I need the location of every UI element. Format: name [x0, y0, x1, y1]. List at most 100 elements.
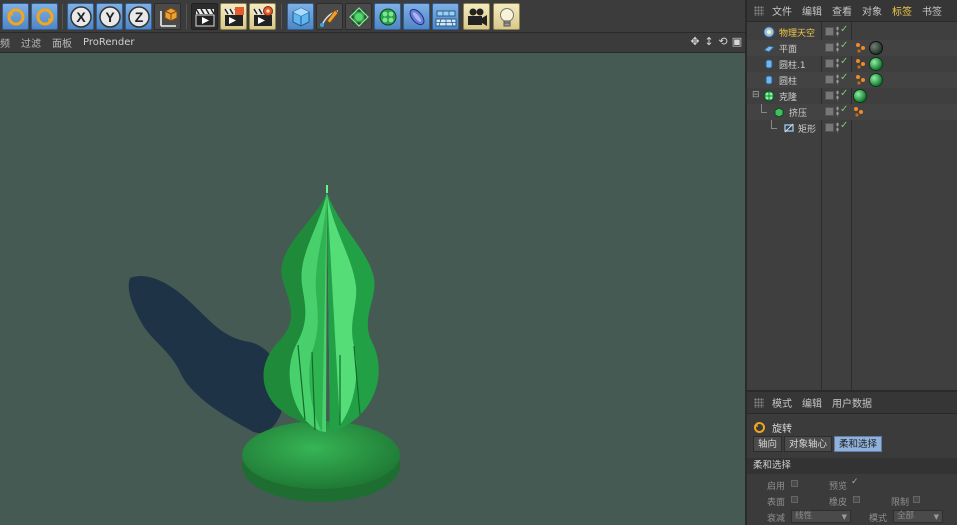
enabled-check-icon[interactable]: ✓: [840, 104, 848, 115]
viewport-scene: [128, 185, 400, 502]
visibility-toggle[interactable]: [825, 27, 834, 36]
tab-object-axis[interactable]: 对象轴心: [784, 436, 833, 452]
visibility-toggle[interactable]: [825, 75, 834, 84]
phong-tag-icon[interactable]: [855, 42, 866, 53]
floor-environment-button[interactable]: [432, 3, 459, 30]
collapse-toggle-icon[interactable]: ⊟: [752, 90, 760, 100]
panel-grip-icon[interactable]: [754, 5, 764, 16]
object-name: 平面: [779, 45, 798, 55]
subdivision-generator-button[interactable]: [345, 3, 372, 30]
enabled-check-icon[interactable]: ✓: [840, 40, 848, 51]
light-button[interactable]: [493, 3, 520, 30]
phong-tag-icon[interactable]: [853, 106, 864, 117]
subdivision-generator-icon: [348, 6, 369, 27]
attribute-menubar: 模式 编辑 用户数据: [747, 392, 957, 414]
attribute-title: 旋转: [753, 420, 792, 435]
undo-rotate-icon: [6, 8, 24, 25]
panel-grip-icon[interactable]: [754, 397, 764, 408]
falloff-label: 衰减: [767, 514, 786, 524]
render-visibility-dots[interactable]: [836, 106, 839, 117]
phong-tag-icon[interactable]: [855, 58, 866, 69]
camera-button[interactable]: [463, 3, 490, 30]
om-menu-file[interactable]: 文件: [772, 3, 792, 18]
object-name: 物理天空: [779, 29, 816, 39]
svg-text:Z: Z: [134, 9, 143, 25]
visibility-toggle[interactable]: [825, 59, 834, 68]
render-visibility-dots[interactable]: [836, 90, 839, 101]
visibility-toggle[interactable]: [825, 91, 834, 100]
viewport-menu-filter[interactable]: 过滤: [21, 35, 41, 50]
viewport-menu-panel[interactable]: 面板: [52, 35, 72, 50]
cloner-mograph-button[interactable]: [374, 3, 401, 30]
redo-rotate-button[interactable]: [31, 3, 58, 30]
enabled-check-icon[interactable]: ✓: [840, 120, 848, 131]
rotate-view-icon[interactable]: ⟲: [717, 35, 729, 49]
z-axis-lock-button[interactable]: Z: [125, 3, 152, 30]
visibility-toggle[interactable]: [825, 43, 834, 52]
enabled-check-icon[interactable]: ✓: [840, 72, 848, 83]
object-row-rectangle[interactable]: 矩形 ✓: [747, 120, 957, 136]
om-menu-tags[interactable]: 标签: [892, 3, 912, 18]
viewport-menu-prorender[interactable]: ProRender: [83, 37, 134, 48]
cloned-fins: [263, 185, 379, 433]
object-row-plane[interactable]: 平面 ✓: [747, 40, 957, 56]
om-menu-view[interactable]: 查看: [832, 3, 852, 18]
surface-checkbox[interactable]: [791, 496, 798, 503]
render-visibility-dots[interactable]: [836, 58, 839, 69]
om-menu-edit[interactable]: 编辑: [802, 3, 822, 18]
coordinate-system-button[interactable]: [154, 3, 181, 30]
move-view-icon[interactable]: ✥: [689, 35, 701, 49]
object-row-cylinder[interactable]: 圆柱 ✓: [747, 72, 957, 88]
om-menu-objects[interactable]: 对象: [862, 3, 882, 18]
section-header: 柔和选择: [747, 458, 957, 474]
falloff-dropdown[interactable]: 线性 ▼: [791, 510, 851, 523]
pen-spline-button[interactable]: [316, 3, 343, 30]
zoom-view-icon[interactable]: ↕: [703, 35, 715, 49]
preview-checkbox[interactable]: ✓: [851, 477, 859, 487]
enabled-check-icon[interactable]: ✓: [840, 88, 848, 99]
restrict-checkbox[interactable]: [913, 496, 920, 503]
object-row-extrude[interactable]: 挤压 ✓: [747, 104, 957, 120]
render-view-button[interactable]: [191, 3, 218, 30]
om-menu-bookmarks[interactable]: 书签: [922, 3, 942, 18]
object-row-cylinder-1[interactable]: 圆柱.1 ✓: [747, 56, 957, 72]
object-list: 物理天空 ✓ 平面 ✓ 圆柱.1 ✓ 圆柱 ✓ ⊟ 克隆 ✓ 挤压 ✓ 矩形 ✓: [747, 22, 957, 390]
rubber-checkbox[interactable]: [853, 496, 860, 503]
object-row-cloner[interactable]: ⊟ 克隆 ✓: [747, 88, 957, 104]
material-green-icon[interactable]: [853, 89, 867, 103]
visibility-toggle[interactable]: [825, 123, 834, 132]
undo-rotate-button[interactable]: [2, 3, 29, 30]
render-visibility-dots[interactable]: [836, 42, 839, 53]
y-axis-lock-button[interactable]: Y: [96, 3, 123, 30]
render-visibility-dots[interactable]: [836, 26, 839, 37]
maximize-view-icon[interactable]: ▣: [731, 35, 743, 49]
attr-menu-edit[interactable]: 编辑: [802, 395, 822, 410]
svg-text:Y: Y: [105, 9, 115, 25]
render-visibility-dots[interactable]: [836, 74, 839, 85]
enable-checkbox[interactable]: [791, 480, 798, 487]
enabled-check-icon[interactable]: ✓: [840, 56, 848, 67]
render-visibility-dots[interactable]: [836, 122, 839, 133]
tab-soft-selection[interactable]: 柔和选择: [834, 436, 883, 452]
deformer-icon: [409, 8, 424, 25]
mode-dropdown[interactable]: 全部 ▼: [893, 510, 943, 523]
cube-primitive-button[interactable]: [287, 3, 314, 30]
object-row-physical-sky[interactable]: 物理天空 ✓: [747, 24, 957, 40]
deformer-button[interactable]: [403, 3, 430, 30]
3d-viewport[interactable]: [0, 53, 745, 525]
attr-menu-mode[interactable]: 模式: [772, 395, 792, 410]
tab-axis[interactable]: 轴向: [753, 436, 783, 452]
material-dark-icon[interactable]: [869, 41, 883, 55]
render-settings-button[interactable]: [249, 3, 276, 30]
attr-menu-user-data[interactable]: 用户数据: [832, 395, 872, 410]
object-name: 克隆: [779, 93, 798, 103]
material-green-icon[interactable]: [869, 57, 883, 71]
render-picture-viewer-button[interactable]: [220, 3, 247, 30]
viewport-menu-display[interactable]: 频: [0, 35, 10, 50]
visibility-toggle[interactable]: [825, 107, 834, 116]
base-disc-top: [242, 421, 400, 489]
material-green-icon[interactable]: [869, 73, 883, 87]
enabled-check-icon[interactable]: ✓: [840, 24, 848, 35]
phong-tag-icon[interactable]: [855, 74, 866, 85]
x-axis-lock-button[interactable]: X: [67, 3, 94, 30]
